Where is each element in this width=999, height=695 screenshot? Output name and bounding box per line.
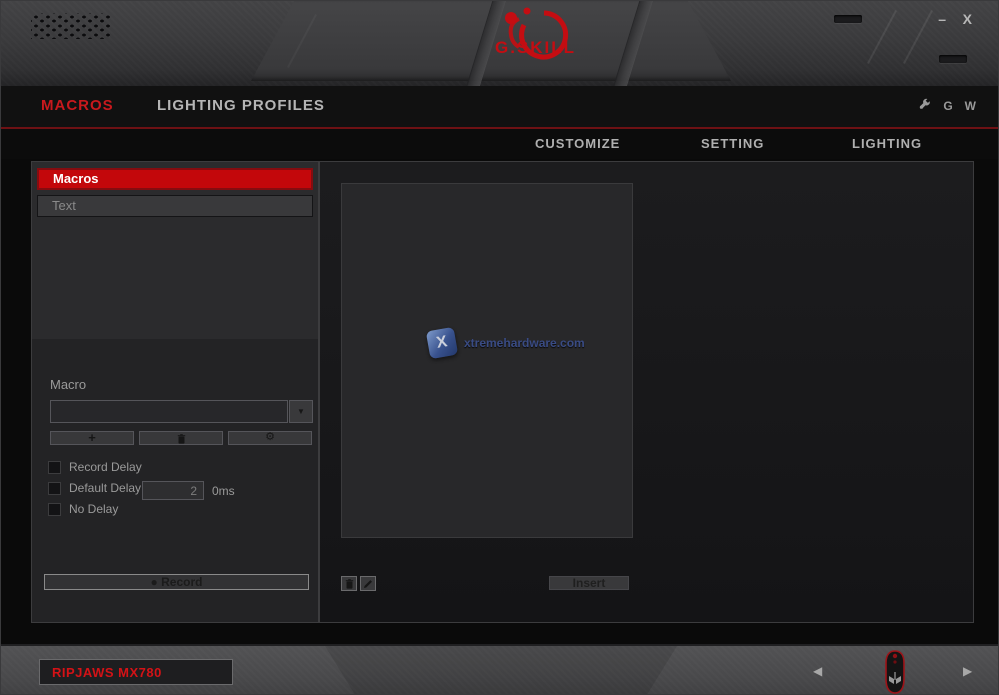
watermark: X xtremehardware.com bbox=[428, 329, 585, 357]
device-name-box: RIPJAWS MX780 bbox=[39, 659, 233, 685]
footer-bar: RIPJAWS MX780 ◀ ▶ bbox=[1, 644, 999, 695]
gskill-logo: G.SKILL bbox=[449, 5, 599, 74]
header-vent bbox=[834, 15, 862, 23]
chevron-down-icon[interactable]: ▼ bbox=[289, 400, 313, 423]
trash-icon bbox=[345, 579, 354, 589]
next-device-button[interactable]: ▶ bbox=[963, 664, 972, 678]
add-macro-button[interactable]: + bbox=[50, 431, 134, 445]
delete-event-button[interactable] bbox=[341, 576, 357, 591]
delete-macro-button[interactable] bbox=[139, 431, 223, 445]
record-delay-label: Record Delay bbox=[69, 460, 142, 474]
sidebar: Macros Text Macro ▼ + ⚙ bbox=[31, 161, 319, 623]
tab-bar: CUSTOMIZE SETTING LIGHTING bbox=[1, 129, 999, 159]
record-delay-checkbox[interactable] bbox=[48, 461, 61, 474]
macro-settings-button[interactable]: ⚙ bbox=[228, 431, 312, 445]
menu-bar: MACROS LIGHTING PROFILES G W bbox=[1, 86, 999, 127]
macro-section-label: Macro bbox=[50, 377, 86, 392]
header-vent bbox=[939, 55, 967, 63]
trash-icon bbox=[177, 434, 186, 444]
watermark-text: xtremehardware.com bbox=[464, 336, 585, 350]
default-delay-checkbox[interactable] bbox=[48, 482, 61, 495]
main-area: Macros Text Macro ▼ + ⚙ bbox=[1, 159, 999, 644]
record-dot-icon: ● bbox=[151, 575, 158, 589]
tab-customize[interactable]: CUSTOMIZE bbox=[535, 136, 620, 151]
tab-lighting[interactable]: LIGHTING bbox=[852, 136, 922, 151]
macro-event-list[interactable]: X xtremehardware.com bbox=[341, 183, 633, 538]
no-delay-label: No Delay bbox=[69, 502, 118, 516]
list-item-macros[interactable]: Macros bbox=[37, 168, 313, 190]
prev-device-button[interactable]: ◀ bbox=[813, 664, 822, 678]
g-shortcut[interactable]: G bbox=[943, 99, 952, 113]
default-delay-label: Default Delay bbox=[69, 481, 141, 495]
tab-setting[interactable]: SETTING bbox=[701, 136, 764, 151]
default-delay-input[interactable] bbox=[142, 481, 204, 500]
app-window: G.SKILL – X MACROS LIGHTING PROFILES G W… bbox=[0, 0, 999, 695]
macro-type-list: Macros Text bbox=[32, 162, 318, 340]
logo-text: G.SKILL bbox=[495, 38, 576, 57]
pencil-icon bbox=[363, 579, 373, 589]
menu-item-macros[interactable]: MACROS bbox=[41, 97, 114, 114]
footer-facet bbox=[301, 646, 701, 695]
content-panel: X xtremehardware.com Insert bbox=[319, 161, 974, 623]
macro-dropdown[interactable] bbox=[50, 400, 288, 423]
close-button[interactable]: X bbox=[963, 11, 972, 27]
record-button[interactable]: ● Record bbox=[44, 574, 309, 590]
insert-button[interactable]: Insert bbox=[549, 576, 629, 590]
edit-event-button[interactable] bbox=[360, 576, 376, 591]
minimize-button[interactable]: – bbox=[938, 11, 946, 27]
default-delay-suffix: 0ms bbox=[212, 484, 235, 498]
mouse-icon[interactable] bbox=[881, 648, 909, 695]
header-panel: G.SKILL – X bbox=[1, 1, 999, 86]
device-name: RIPJAWS MX780 bbox=[40, 665, 162, 680]
macro-section: Macro ▼ + ⚙ Record Delay bbox=[32, 339, 318, 622]
gear-icon: ⚙ bbox=[265, 431, 275, 443]
list-item-text[interactable]: Text bbox=[37, 195, 313, 217]
no-delay-checkbox[interactable] bbox=[48, 503, 61, 516]
wrench-icon[interactable] bbox=[918, 98, 931, 114]
record-button-label: Record bbox=[161, 575, 202, 589]
speaker-grille bbox=[31, 13, 111, 39]
watermark-x-icon: X bbox=[426, 327, 458, 359]
w-shortcut[interactable]: W bbox=[965, 99, 976, 113]
menu-item-lighting-profiles[interactable]: LIGHTING PROFILES bbox=[157, 97, 325, 114]
